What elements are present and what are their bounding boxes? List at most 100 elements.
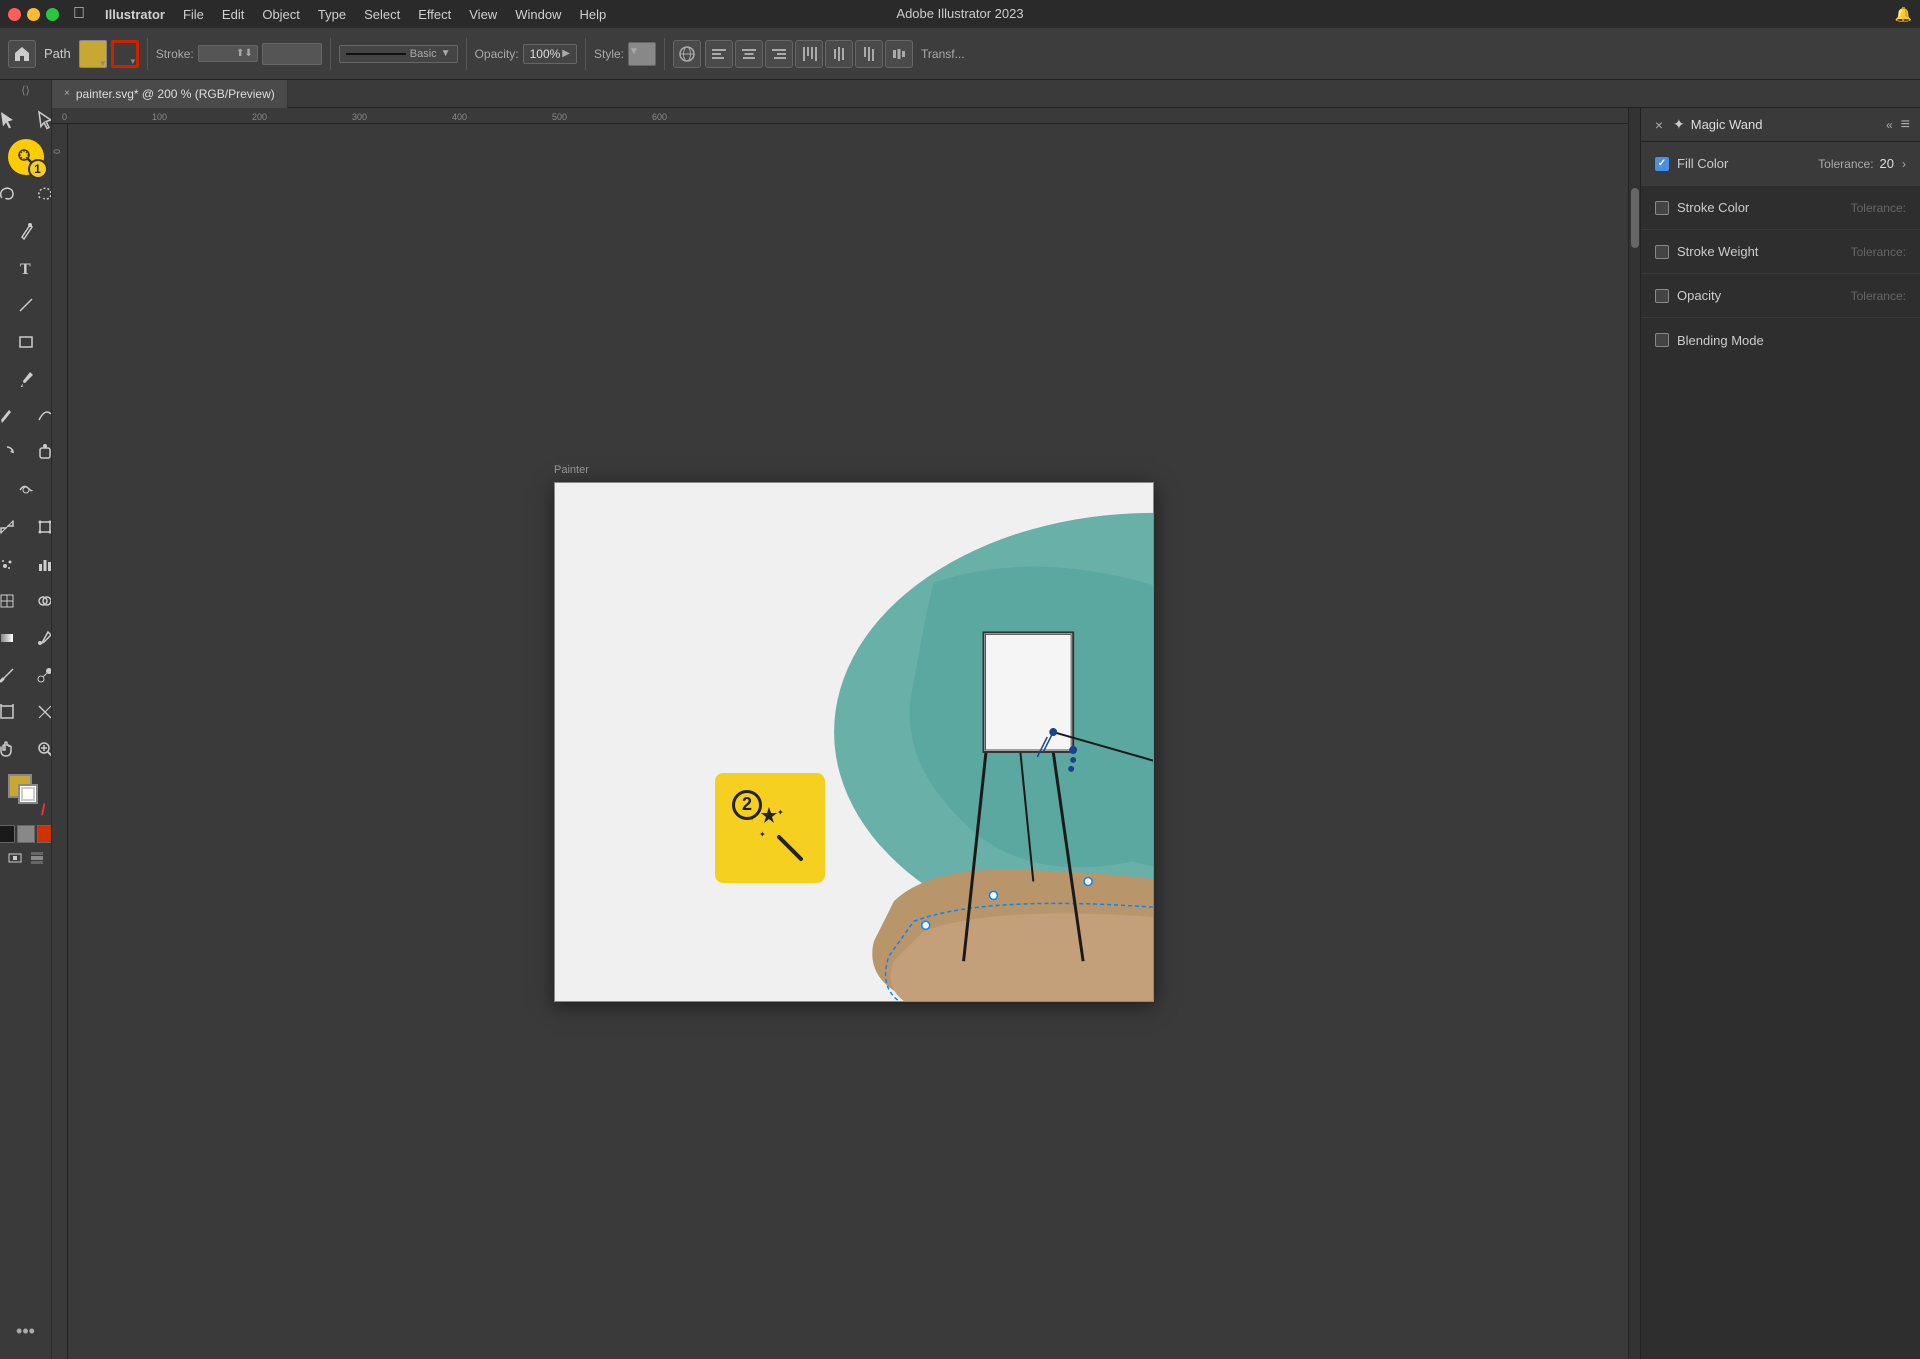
stroke-color-row: Stroke Color Tolerance: xyxy=(1641,186,1920,230)
svg-text:0: 0 xyxy=(52,149,62,154)
gradient-tool-button[interactable] xyxy=(0,620,25,656)
menu-effect[interactable]: Effect xyxy=(410,5,459,24)
maximize-window-button[interactable] xyxy=(46,8,59,21)
menu-edit[interactable]: Edit xyxy=(214,5,252,24)
reshape-tool-button[interactable] xyxy=(27,435,53,471)
warp-tool-button[interactable] xyxy=(8,472,44,508)
stroke-line-style[interactable]: Basic ▼ xyxy=(339,45,458,63)
black-swatch[interactable] xyxy=(0,825,15,843)
menu-help[interactable]: Help xyxy=(571,5,614,24)
close-window-button[interactable] xyxy=(8,8,21,21)
direct-selection-tool-button[interactable] xyxy=(27,102,53,138)
mesh-tool-button[interactable] xyxy=(0,583,25,619)
svg-text:T: T xyxy=(20,261,31,278)
color-section: / xyxy=(4,774,48,818)
stroke-weight-tolerance-section: Tolerance: xyxy=(1851,245,1906,259)
lasso-tools-row xyxy=(0,176,52,212)
pen-tool-button[interactable] xyxy=(8,213,44,249)
menu-type[interactable]: Type xyxy=(310,5,354,24)
panel-menu-button[interactable]: ≡ xyxy=(1901,116,1910,134)
notification-icon[interactable]: 🔔 xyxy=(1895,6,1912,23)
align-left-button[interactable] xyxy=(705,40,733,68)
fill-color-swatch[interactable]: ▼ xyxy=(79,40,107,68)
hand-tool-button[interactable] xyxy=(0,731,25,767)
blend-tool-button[interactable] xyxy=(27,657,53,693)
stroke-weight-checkbox[interactable] xyxy=(1655,245,1669,259)
distribute-button[interactable] xyxy=(885,40,913,68)
menu-window[interactable]: Window xyxy=(507,5,569,24)
no-color-icon[interactable]: / xyxy=(41,802,45,820)
artboard-tool-button[interactable] xyxy=(0,694,25,730)
blending-mode-checkbox[interactable] xyxy=(1655,333,1669,347)
align-top-button[interactable] xyxy=(795,40,823,68)
red-swatch[interactable] xyxy=(37,825,53,843)
fill-color-checkbox[interactable] xyxy=(1655,157,1669,171)
layer-icon[interactable] xyxy=(27,848,47,868)
artwork-canvas[interactable]: ✦ ✦ ✦ 2 xyxy=(554,482,1154,1002)
svg-text:✦: ✦ xyxy=(759,830,766,839)
column-graph-button[interactable] xyxy=(27,546,53,582)
free-transform-button[interactable] xyxy=(27,509,53,545)
menu-illustrator[interactable]: Illustrator xyxy=(97,5,173,24)
screen-mode-button[interactable] xyxy=(5,848,25,868)
tools-collapse-icon[interactable]: ⟨⟩ xyxy=(21,84,30,97)
canvas-scroll-area[interactable]: 0100200300400500600 0 Painter xyxy=(52,108,1640,1359)
stroke-color-section: ▼ xyxy=(111,40,139,68)
menu-select[interactable]: Select xyxy=(356,5,408,24)
shape-builder-button[interactable] xyxy=(27,583,53,619)
align-center-button[interactable] xyxy=(735,40,763,68)
fill-color-tolerance-section: Tolerance: 20 xyxy=(1818,156,1894,171)
rectangle-tool-button[interactable] xyxy=(8,324,44,360)
type-tool-button[interactable]: T xyxy=(8,250,44,286)
document-tab[interactable]: × painter.svg* @ 200 % (RGB/Preview) xyxy=(52,80,288,108)
home-button[interactable] xyxy=(8,40,36,68)
apple-menu-icon[interactable]:  xyxy=(73,5,85,23)
menu-file[interactable]: File xyxy=(175,5,212,24)
opacity-input[interactable]: 100% ▶ xyxy=(523,44,577,64)
align-middle-button[interactable] xyxy=(825,40,853,68)
paintbrush-tool-button[interactable] xyxy=(8,361,44,397)
pencil-tools-row xyxy=(0,398,52,434)
symbol-sprayer-button[interactable] xyxy=(0,546,25,582)
scale-tool-button[interactable] xyxy=(0,509,25,545)
smooth-tool-button[interactable] xyxy=(27,398,53,434)
measure-tool-button[interactable] xyxy=(0,657,25,693)
magic-wand-tool-button[interactable]: 1 xyxy=(8,139,44,175)
menu-view[interactable]: View xyxy=(461,5,505,24)
fill-color-tolerance-value[interactable]: 20 xyxy=(1880,156,1894,171)
globe-button[interactable] xyxy=(673,40,701,68)
slice-tool-button[interactable] xyxy=(27,694,53,730)
close-tab-icon[interactable]: × xyxy=(64,88,70,99)
pencil-tool-button[interactable] xyxy=(0,398,25,434)
minimize-window-button[interactable] xyxy=(27,8,40,21)
eyedropper-tool-button[interactable] xyxy=(27,620,53,656)
style-dropdown[interactable]: ▼ xyxy=(628,42,656,66)
stroke-color-swatch[interactable]: ▼ xyxy=(111,40,139,68)
menu-object[interactable]: Object xyxy=(254,5,308,24)
stroke-fill-swatch[interactable] xyxy=(18,784,38,804)
canvas-panel-row: 0100200300400500600 0 Painter xyxy=(52,108,1920,1359)
lasso-tool-button[interactable] xyxy=(0,176,25,212)
stroke-value-input[interactable]: ⬆⬇ xyxy=(198,45,258,62)
rotate-tool-button[interactable] xyxy=(0,435,25,471)
panel-collapse-button[interactable]: « xyxy=(1886,118,1893,132)
panel-close-button[interactable]: × xyxy=(1651,117,1667,133)
vertical-scrollbar[interactable] xyxy=(1628,108,1640,1359)
scroll-thumb[interactable] xyxy=(1631,188,1639,248)
opacity-checkbox[interactable] xyxy=(1655,289,1669,303)
stroke-color-checkbox[interactable] xyxy=(1655,201,1669,215)
selection-tool-button[interactable] xyxy=(0,102,25,138)
more-tools-button[interactable]: ••• xyxy=(8,1313,44,1349)
style-label: Style: xyxy=(594,47,624,61)
step2-number: 2 xyxy=(732,790,762,820)
align-right-button[interactable] xyxy=(765,40,793,68)
align-bottom-button[interactable] xyxy=(855,40,883,68)
stroke-width-dropdown[interactable] xyxy=(262,43,322,65)
magic-lasso-button[interactable] xyxy=(27,176,53,212)
gray-swatch[interactable] xyxy=(17,825,35,843)
tools-collapse-row: ⟨⟩ xyxy=(21,84,30,97)
line-tool-button[interactable] xyxy=(8,287,44,323)
zoom-tool-button[interactable] xyxy=(27,731,53,767)
svg-text:200: 200 xyxy=(252,112,267,122)
fill-color-expand-arrow[interactable]: › xyxy=(1902,157,1906,171)
